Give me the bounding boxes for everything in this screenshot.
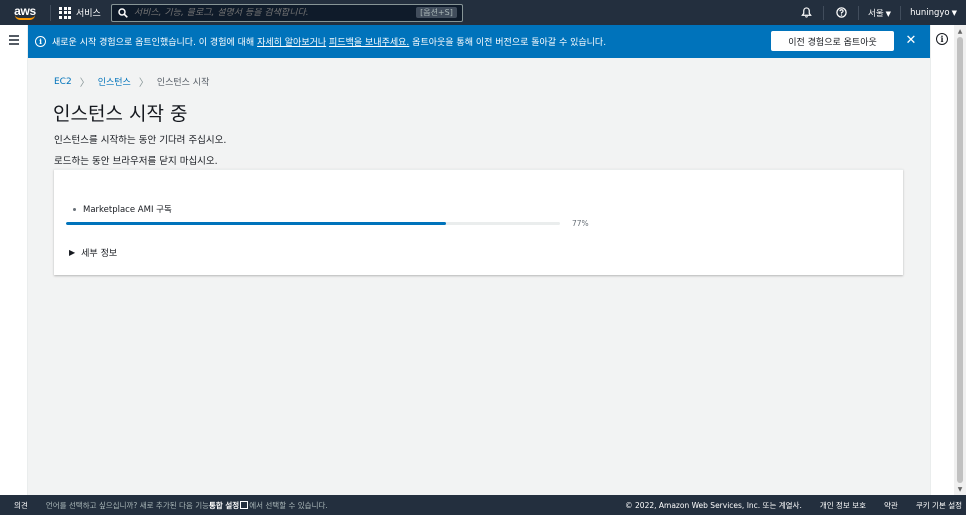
details-expander[interactable]: ▶ 세부 정보	[69, 246, 117, 259]
search-shortcut-hint: [옵션+S]	[416, 7, 457, 18]
scroll-down-arrow-icon[interactable]: ▼	[954, 483, 966, 495]
account-menu[interactable]: huningyo ▼	[910, 8, 957, 18]
chevron-right-icon: 〉	[138, 78, 149, 89]
privacy-link[interactable]: 개인 정보 보호	[820, 500, 866, 511]
info-icon: i	[35, 36, 46, 47]
menu-icon[interactable]	[9, 35, 19, 47]
side-navigation-collapsed	[0, 25, 28, 495]
user-label: huningyo	[910, 7, 950, 18]
language-notice-suffix: 에서 선택할 수 있습니다.	[249, 500, 328, 510]
region-selector[interactable]: 서울 ▼	[868, 7, 891, 19]
nav-divider	[858, 5, 860, 20]
progress-step-label: Marketplace AMI 구독	[83, 205, 172, 215]
scroll-thumb[interactable]	[957, 37, 963, 483]
nav-divider	[900, 5, 902, 20]
language-notice-prefix: 언어를 선택하고 싶으십니까? 새로 추가된 다음 기능	[45, 500, 209, 510]
progress-percent: 77%	[572, 219, 589, 228]
launch-progress-card: Marketplace AMI 구독 77% ▶ 세부 정보	[54, 169, 903, 275]
progress-bar	[66, 222, 560, 225]
breadcrumb: EC2 〉 인스턴스 〉 인스턴스 시작	[54, 74, 210, 90]
status-dot-icon	[73, 207, 76, 211]
progress-bar-fill	[66, 222, 447, 225]
nav-divider	[823, 5, 825, 20]
caret-down-icon: ▼	[885, 9, 892, 18]
aws-smile-icon	[15, 15, 35, 20]
search-bar[interactable]: [옵션+S]	[110, 3, 463, 22]
caret-right-icon: ▶	[69, 248, 76, 257]
region-label: 서울	[868, 8, 884, 19]
page-warning: 로드하는 동안 브라우저를 닫지 마십시오.	[54, 156, 218, 167]
banner-message: 새로운 시작 경험으로 옵트인했습니다. 이 경험에 대해 자세히 알아보거나 …	[52, 35, 606, 48]
search-icon	[118, 7, 128, 18]
grid-icon	[59, 6, 71, 19]
caret-down-icon: ▼	[951, 8, 957, 17]
services-menu-button[interactable]: 서비스	[59, 6, 101, 19]
feedback-link[interactable]: 피드백을 보내주세요.	[329, 38, 409, 48]
nav-divider	[50, 4, 51, 21]
feedback-link[interactable]: 의견	[14, 500, 28, 511]
info-banner: i 새로운 시작 경험으로 옵트인했습니다. 이 경험에 대해 자세히 알아보거…	[28, 25, 930, 58]
terms-link[interactable]: 약관	[884, 500, 898, 511]
progress-step: Marketplace AMI 구독	[73, 203, 172, 215]
cookie-preferences-link[interactable]: 쿠키 기본 설정	[916, 500, 962, 511]
external-link-icon	[240, 500, 249, 509]
copyright-text: © 2022, Amazon Web Services, Inc. 또는 계열사…	[625, 500, 802, 510]
top-navigation: aws 서비스 [옵션+S]	[0, 0, 966, 25]
learn-more-link[interactable]: 자세히 알아보거나	[257, 38, 326, 48]
services-label: 서비스	[76, 9, 101, 19]
scroll-up-arrow-icon[interactable]: ▲	[954, 25, 966, 37]
tools-panel-collapsed: i	[930, 25, 954, 495]
aws-logo[interactable]: aws	[8, 0, 42, 25]
breadcrumb-ec2[interactable]: EC2	[54, 77, 72, 87]
page-description: 인스턴스를 시작하는 동안 기다려 주십시오.	[54, 135, 227, 146]
info-icon[interactable]: i	[936, 33, 948, 45]
unified-settings-link[interactable]: 통합 설정	[209, 501, 239, 510]
banner-text-after: 옵트아웃을 통해 이전 버전으로 돌아갈 수 있습니다.	[409, 38, 607, 48]
close-icon[interactable]: ✕	[904, 33, 918, 49]
details-label: 세부 정보	[81, 249, 118, 259]
language-notice: 언어를 선택하고 싶으십니까? 새로 추가된 다음 기능통합 설정 에서 선택할 …	[46, 500, 328, 511]
search-input[interactable]	[133, 7, 414, 18]
help-icon	[835, 7, 847, 18]
breadcrumb-instances[interactable]: 인스턴스	[98, 75, 131, 88]
page-title: 인스턴스 시작 중	[53, 103, 188, 125]
breadcrumb-current: 인스턴스 시작	[156, 78, 210, 88]
notifications-button[interactable]	[798, 5, 814, 21]
footer: 의견 언어를 선택하고 싶으십니까? 새로 추가된 다음 기능통합 설정 에서 선…	[0, 495, 966, 515]
chevron-right-icon: 〉	[79, 78, 90, 89]
page-scrollbar[interactable]: ▲ ▼	[954, 25, 966, 495]
help-button[interactable]	[833, 5, 849, 21]
bell-icon	[800, 7, 812, 18]
opt-out-button[interactable]: 이전 경험으로 옵트아웃	[771, 31, 894, 51]
nav-right-group: 서울 ▼ huningyo ▼	[789, 0, 966, 25]
banner-text-before: 새로운 시작 경험으로 옵트인했습니다. 이 경험에 대해	[52, 38, 258, 48]
